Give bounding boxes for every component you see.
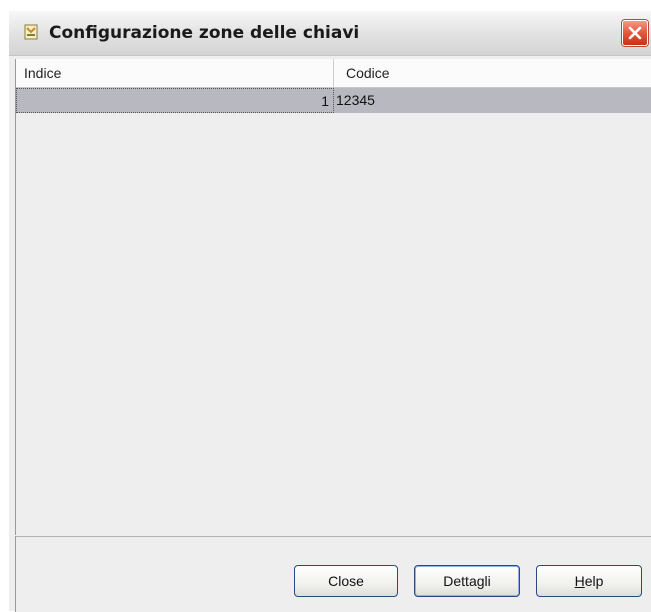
window-title: Configurazione zone delle chiavi <box>49 23 360 43</box>
help-mnemonic: H <box>574 573 585 589</box>
window-close-button[interactable] <box>622 20 648 46</box>
close-button[interactable]: Close <box>294 565 398 597</box>
cell-codice[interactable]: 12345 <box>334 88 651 113</box>
close-icon <box>628 26 642 40</box>
title-bar[interactable]: Configurazione zone delle chiavi <box>9 11 651 56</box>
table-row[interactable]: 1 12345 <box>16 88 651 113</box>
dialog-window: Configurazione zone delle chiavi Indice … <box>9 11 651 612</box>
table-header: Indice Codice <box>16 59 651 88</box>
zones-table: Indice Codice 1 12345 <box>15 59 651 535</box>
dettagli-button[interactable]: Dettagli <box>414 565 520 597</box>
button-panel: Close Dettagli Help <box>15 536 651 612</box>
column-header-indice[interactable]: Indice <box>16 59 334 87</box>
app-icon <box>23 24 39 40</box>
help-button[interactable]: Help <box>536 565 642 597</box>
cell-indice[interactable]: 1 <box>16 88 334 113</box>
help-label-rest: elp <box>584 573 604 589</box>
column-header-codice[interactable]: Codice <box>334 59 651 87</box>
